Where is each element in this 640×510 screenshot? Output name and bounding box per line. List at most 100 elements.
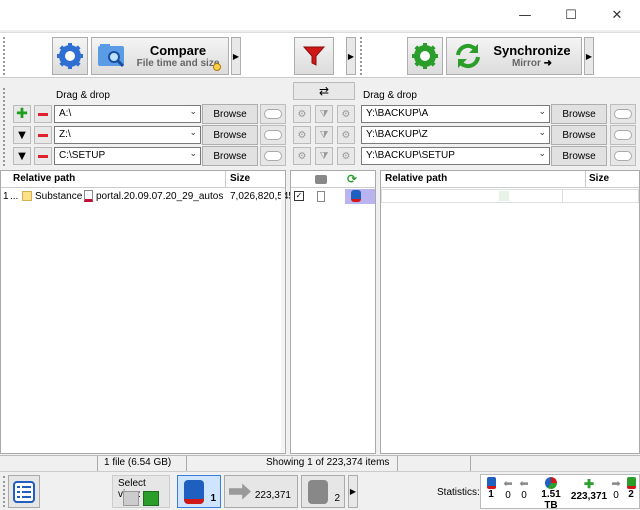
right-browse-button-3[interactable]: Browse bbox=[551, 146, 607, 166]
arrow-left-icon: ⬅ bbox=[503, 477, 513, 490]
minus-icon bbox=[38, 133, 48, 137]
pair-filter-button-1[interactable]: ⧩ bbox=[315, 105, 333, 123]
view-update-button[interactable]: 2 bbox=[301, 475, 345, 508]
filter-dropdown-button[interactable]: ▶ bbox=[346, 37, 356, 75]
view-copy-button[interactable]: 223,371 bbox=[224, 475, 298, 508]
pair-sync-settings-button-2[interactable]: ⚙ bbox=[337, 126, 355, 144]
right-file-grid[interactable]: Relative path Size bbox=[380, 170, 640, 454]
arrow-right-icon: ➜ bbox=[543, 58, 553, 69]
view-category-toggle[interactable] bbox=[123, 491, 139, 506]
remove-folder-pair-button-2[interactable] bbox=[34, 126, 52, 144]
pair-sync-settings-button-3[interactable]: ⚙ bbox=[337, 147, 355, 165]
toolbar-grip[interactable] bbox=[3, 37, 6, 75]
stat-update-right: ➡ 0 bbox=[609, 477, 623, 501]
left-file-grid[interactable]: Relative path Size 1 ... Substance porta… bbox=[0, 170, 294, 454]
pair-sync-settings-button-1[interactable]: ⚙ bbox=[337, 105, 355, 123]
synchronize-button[interactable]: Synchronize Mirror ➜ bbox=[446, 37, 582, 75]
left-col-relative-path[interactable]: Relative path bbox=[13, 173, 75, 184]
close-button[interactable]: ✕ bbox=[594, 0, 640, 30]
gear-icon: ⚙ bbox=[341, 150, 351, 162]
pair-settings-button-1[interactable]: ⚙ bbox=[293, 105, 311, 123]
view-action-toggle[interactable] bbox=[143, 491, 159, 506]
delete-db-icon bbox=[184, 479, 204, 504]
left-browse-button-1[interactable]: Browse bbox=[202, 104, 258, 124]
swap-icon: ⇄ bbox=[318, 84, 330, 98]
right-folder-input-2[interactable]: Y:\BACKUP\Z ⌄ bbox=[361, 126, 550, 144]
file-icon bbox=[84, 190, 93, 202]
minimize-button[interactable]: — bbox=[502, 0, 548, 30]
left-folder-path-2: Z:\ bbox=[59, 129, 71, 140]
right-cloud-button-3[interactable] bbox=[610, 146, 636, 166]
right-cloud-button-2[interactable] bbox=[610, 125, 636, 145]
compare-button[interactable]: Compare File time and size bbox=[91, 37, 229, 75]
right-folder-input-3[interactable]: Y:\BACKUP\SETUP ⌄ bbox=[361, 147, 550, 165]
right-cloud-button-1[interactable] bbox=[610, 104, 636, 124]
left-cloud-button-1[interactable] bbox=[260, 104, 286, 124]
right-col-relative-path[interactable]: Relative path bbox=[385, 173, 447, 184]
pair-settings-button-3[interactable]: ⚙ bbox=[293, 147, 311, 165]
minus-icon bbox=[38, 154, 48, 158]
left-grid-scrollbar[interactable] bbox=[281, 188, 285, 453]
synchronize-title: Synchronize bbox=[493, 43, 571, 58]
copy-arrow-icon bbox=[229, 483, 251, 500]
swap-dropdown-button-2[interactable]: ▼ bbox=[13, 126, 31, 144]
left-grid-header: Relative path Size bbox=[1, 171, 285, 188]
left-folder-input-2[interactable]: Z:\ ⌄ bbox=[54, 126, 201, 144]
left-cloud-button-3[interactable] bbox=[260, 146, 286, 166]
bottom-grip[interactable] bbox=[3, 476, 6, 507]
view-delete-button[interactable]: 1 bbox=[177, 475, 221, 508]
remove-folder-pair-button[interactable] bbox=[34, 105, 52, 123]
database-green-icon bbox=[626, 477, 636, 489]
left-folder-input-3[interactable]: C:\SETUP ⌄ bbox=[54, 147, 201, 165]
triangle-right-icon: ▶ bbox=[347, 51, 355, 61]
panel-grip[interactable] bbox=[3, 88, 6, 166]
pair-filter-button-3[interactable]: ⧩ bbox=[315, 147, 333, 165]
stat-data-size: 1.51 TB bbox=[534, 477, 568, 510]
right-grid-header: Relative path Size bbox=[381, 171, 639, 188]
row-placeholder-mark bbox=[499, 191, 509, 201]
right-browse-button-1[interactable]: Browse bbox=[551, 104, 607, 124]
add-folder-pair-button[interactable]: ✚ bbox=[13, 105, 31, 123]
log-button[interactable] bbox=[8, 475, 40, 508]
right-browse-button-2[interactable]: Browse bbox=[551, 125, 607, 145]
right-col-size[interactable]: Size bbox=[589, 173, 609, 184]
left-drag-drop-label: Drag & drop bbox=[56, 90, 110, 101]
sync-icon: ⟳ bbox=[347, 172, 358, 186]
right-folder-input-1[interactable]: Y:\BACKUP\A ⌄ bbox=[361, 105, 550, 123]
stat-delete-left: 1 bbox=[483, 477, 499, 500]
compare-dropdown-button[interactable]: ▶ bbox=[231, 37, 241, 75]
left-cloud-button-2[interactable] bbox=[260, 125, 286, 145]
remove-folder-pair-button-3[interactable] bbox=[34, 147, 52, 165]
maximize-button[interactable]: ☐ bbox=[548, 0, 594, 30]
camera-icon bbox=[315, 175, 327, 184]
maximize-icon: ☐ bbox=[565, 7, 577, 23]
middle-action-grid[interactable]: ⟳ ✓ bbox=[290, 170, 376, 454]
triangle-down-icon: ▼ bbox=[18, 129, 26, 141]
filter-button[interactable] bbox=[294, 37, 334, 75]
pair-filter-button-2[interactable]: ⧩ bbox=[315, 126, 333, 144]
swap-dropdown-button-3[interactable]: ▼ bbox=[13, 147, 31, 165]
table-row[interactable] bbox=[381, 189, 563, 203]
file-status-icon bbox=[317, 191, 325, 202]
triangle-right-icon: ▶ bbox=[232, 51, 240, 61]
table-row[interactable]: 1 ... Substance portal.20.09.07.20_29_au… bbox=[1, 189, 294, 204]
left-browse-button-2[interactable]: Browse bbox=[202, 125, 258, 145]
select-view-group: Select view: bbox=[112, 475, 170, 508]
compare-settings-button[interactable] bbox=[52, 37, 88, 75]
pair-settings-button-2[interactable]: ⚙ bbox=[293, 126, 311, 144]
toolbar-grip-2[interactable] bbox=[360, 37, 363, 75]
left-browse-button-3[interactable]: Browse bbox=[202, 146, 258, 166]
view-more-button[interactable]: ▶ bbox=[348, 475, 358, 508]
gear-icon: ⚙ bbox=[297, 150, 307, 162]
sync-settings-button[interactable] bbox=[407, 37, 443, 75]
include-checkbox[interactable]: ✓ bbox=[294, 191, 304, 201]
left-col-size[interactable]: Size bbox=[230, 173, 250, 184]
table-row[interactable]: ✓ bbox=[291, 189, 375, 204]
synchronize-dropdown-button[interactable]: ▶ bbox=[584, 37, 594, 75]
swap-sides-button[interactable]: ⇄ bbox=[293, 82, 355, 100]
minus-icon bbox=[38, 112, 48, 116]
stat-update-left: ⬅ 0 bbox=[501, 477, 515, 501]
left-folder-input-1[interactable]: A:\ ⌄ bbox=[54, 105, 201, 123]
chevron-down-icon: ⌄ bbox=[189, 149, 197, 159]
row-dots: ... bbox=[10, 191, 19, 202]
